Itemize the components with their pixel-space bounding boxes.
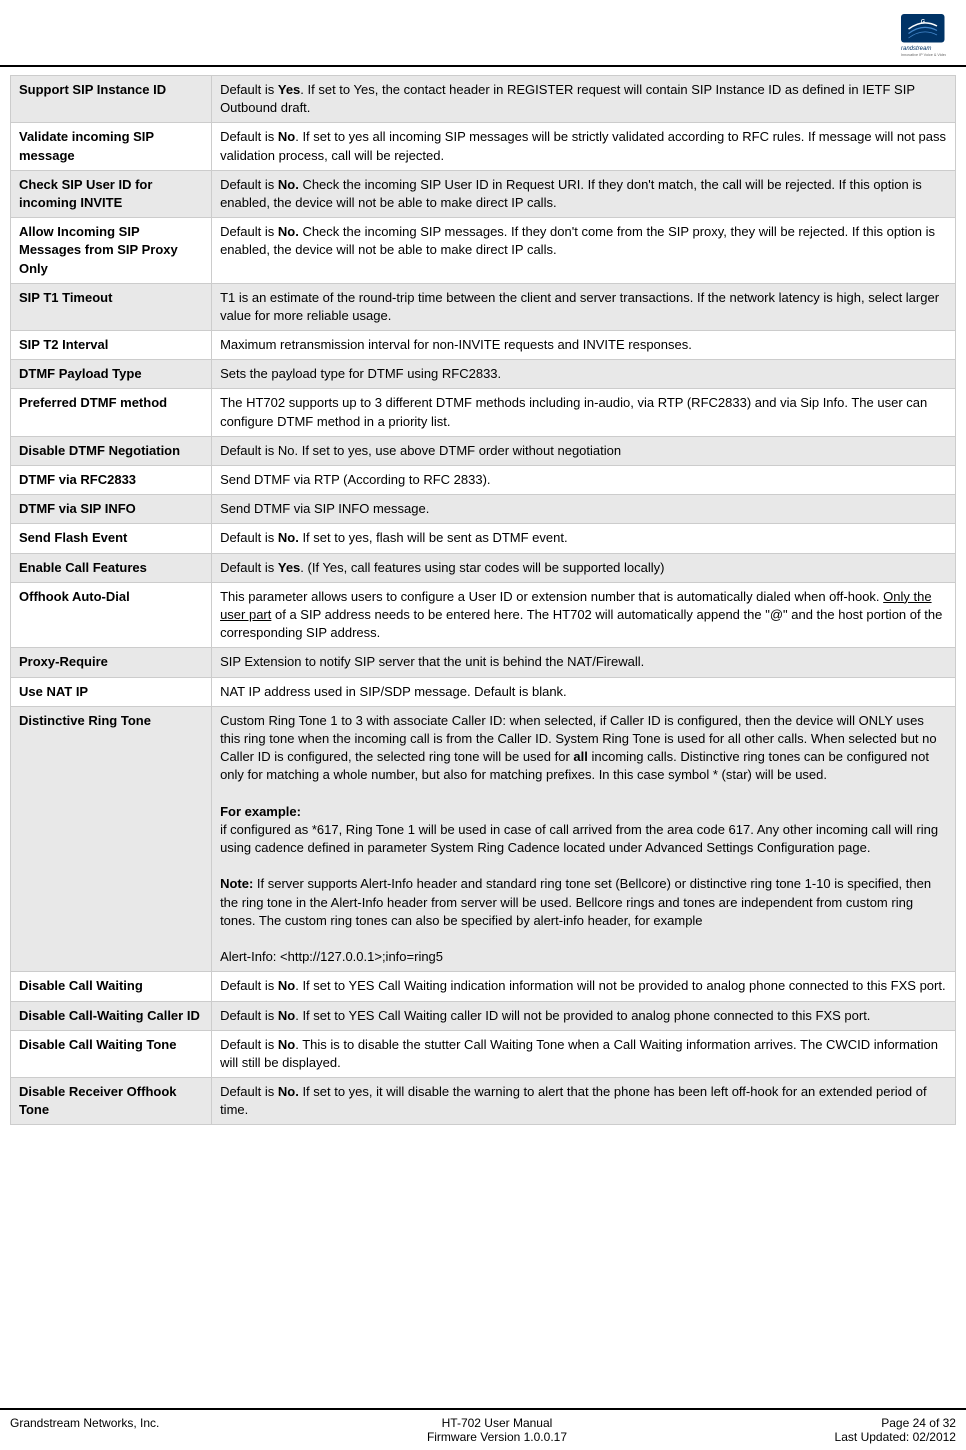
table-row: Disable Call WaitingDefault is No. If se… (11, 972, 956, 1001)
table-row: Enable Call FeaturesDefault is Yes. (If … (11, 553, 956, 582)
param-name-cell: Distinctive Ring Tone (11, 706, 212, 972)
svg-text:G: G (921, 19, 925, 25)
param-name-cell: Offhook Auto-Dial (11, 582, 212, 648)
table-row: Allow Incoming SIP Messages from SIP Pro… (11, 218, 956, 284)
param-desc-cell: Default is No. If set to yes, flash will… (212, 524, 956, 553)
footer-date: Last Updated: 02/2012 (835, 1430, 956, 1444)
table-row: Proxy-RequireSIP Extension to notify SIP… (11, 648, 956, 677)
table-row: Check SIP User ID for incoming INVITEDef… (11, 170, 956, 217)
svg-text:randstream: randstream (901, 46, 931, 52)
table-row: Distinctive Ring ToneCustom Ring Tone 1 … (11, 706, 956, 972)
grandstream-logo: G randstream Innovative IP Voice & Video (826, 10, 946, 60)
param-name-cell: DTMF via RFC2833 (11, 466, 212, 495)
svg-text:Innovative IP Voice & Video: Innovative IP Voice & Video (901, 53, 946, 57)
param-desc-cell: The HT702 supports up to 3 different DTM… (212, 389, 956, 436)
table-row: Offhook Auto-DialThis parameter allows u… (11, 582, 956, 648)
param-name-cell: Support SIP Instance ID (11, 76, 212, 123)
param-desc-cell: T1 is an estimate of the round-trip time… (212, 283, 956, 330)
param-desc-cell: Default is No. Check the incoming SIP me… (212, 218, 956, 284)
param-name-cell: Allow Incoming SIP Messages from SIP Pro… (11, 218, 212, 284)
param-desc-cell: SIP Extension to notify SIP server that … (212, 648, 956, 677)
param-name-cell: DTMF Payload Type (11, 360, 212, 389)
table-row: Send Flash EventDefault is No. If set to… (11, 524, 956, 553)
param-name-cell: Send Flash Event (11, 524, 212, 553)
param-desc-cell: Sets the payload type for DTMF using RFC… (212, 360, 956, 389)
param-name-cell: Use NAT IP (11, 677, 212, 706)
param-desc-cell: Default is No. This is to disable the st… (212, 1030, 956, 1077)
table-row: Disable Call-Waiting Caller IDDefault is… (11, 1001, 956, 1030)
param-desc-cell: Default is Yes. (If Yes, call features u… (212, 553, 956, 582)
param-name-cell: DTMF via SIP INFO (11, 495, 212, 524)
param-desc-cell: Maximum retransmission interval for non-… (212, 331, 956, 360)
table-row: Validate incoming SIP messageDefault is … (11, 123, 956, 170)
page-wrapper: G randstream Innovative IP Voice & Video… (0, 0, 966, 1450)
footer-center: HT-702 User Manual Firmware Version 1.0.… (427, 1416, 567, 1444)
param-name-cell: Disable Receiver Offhook Tone (11, 1078, 212, 1125)
param-name-cell: Validate incoming SIP message (11, 123, 212, 170)
param-name-cell: Disable Call Waiting Tone (11, 1030, 212, 1077)
table-row: SIP T2 IntervalMaximum retransmission in… (11, 331, 956, 360)
footer-left: Grandstream Networks, Inc. (10, 1416, 159, 1444)
footer-right: Page 24 of 32 Last Updated: 02/2012 (835, 1416, 956, 1444)
table-row: DTMF Payload TypeSets the payload type f… (11, 360, 956, 389)
param-desc-cell: Default is No. If set to YES Call Waitin… (212, 972, 956, 1001)
table-row: Disable Receiver Offhook ToneDefault is … (11, 1078, 956, 1125)
param-desc-cell: Default is No. If set to yes all incomin… (212, 123, 956, 170)
param-name-cell: Check SIP User ID for incoming INVITE (11, 170, 212, 217)
param-desc-cell: Default is No. If set to YES Call Waitin… (212, 1001, 956, 1030)
param-desc-cell: Default is No. If set to yes, it will di… (212, 1078, 956, 1125)
param-name-cell: SIP T2 Interval (11, 331, 212, 360)
table-row: Preferred DTMF methodThe HT702 supports … (11, 389, 956, 436)
param-name-cell: Disable Call Waiting (11, 972, 212, 1001)
param-name-cell: SIP T1 Timeout (11, 283, 212, 330)
table-row: Support SIP Instance IDDefault is Yes. I… (11, 76, 956, 123)
footer-firmware: Firmware Version 1.0.0.17 (427, 1430, 567, 1444)
logo-area: G randstream Innovative IP Voice & Video (826, 10, 946, 60)
page-header: G randstream Innovative IP Voice & Video (0, 0, 966, 67)
param-desc-cell: Custom Ring Tone 1 to 3 with associate C… (212, 706, 956, 972)
param-desc-cell: This parameter allows users to configure… (212, 582, 956, 648)
param-name-cell: Disable DTMF Negotiation (11, 436, 212, 465)
table-row: DTMF via RFC2833Send DTMF via RTP (Accor… (11, 466, 956, 495)
table-row: SIP T1 TimeoutT1 is an estimate of the r… (11, 283, 956, 330)
param-desc-cell: NAT IP address used in SIP/SDP message. … (212, 677, 956, 706)
page-footer: Grandstream Networks, Inc. HT-702 User M… (0, 1408, 966, 1450)
param-name-cell: Preferred DTMF method (11, 389, 212, 436)
table-row: Disable DTMF NegotiationDefault is No. I… (11, 436, 956, 465)
param-name-cell: Disable Call-Waiting Caller ID (11, 1001, 212, 1030)
param-name-cell: Enable Call Features (11, 553, 212, 582)
table-row: Use NAT IPNAT IP address used in SIP/SDP… (11, 677, 956, 706)
param-desc-cell: Default is No. Check the incoming SIP Us… (212, 170, 956, 217)
table-row: Disable Call Waiting ToneDefault is No. … (11, 1030, 956, 1077)
param-desc-cell: Default is Yes. If set to Yes, the conta… (212, 76, 956, 123)
footer-page: Page 24 of 32 (835, 1416, 956, 1430)
settings-table: Support SIP Instance IDDefault is Yes. I… (10, 75, 956, 1125)
param-desc-cell: Send DTMF via SIP INFO message. (212, 495, 956, 524)
param-desc-cell: Send DTMF via RTP (According to RFC 2833… (212, 466, 956, 495)
param-desc-cell: Default is No. If set to yes, use above … (212, 436, 956, 465)
footer-manual-title: HT-702 User Manual (427, 1416, 567, 1430)
table-row: DTMF via SIP INFOSend DTMF via SIP INFO … (11, 495, 956, 524)
content-area: Support SIP Instance IDDefault is Yes. I… (0, 67, 966, 1400)
param-name-cell: Proxy-Require (11, 648, 212, 677)
